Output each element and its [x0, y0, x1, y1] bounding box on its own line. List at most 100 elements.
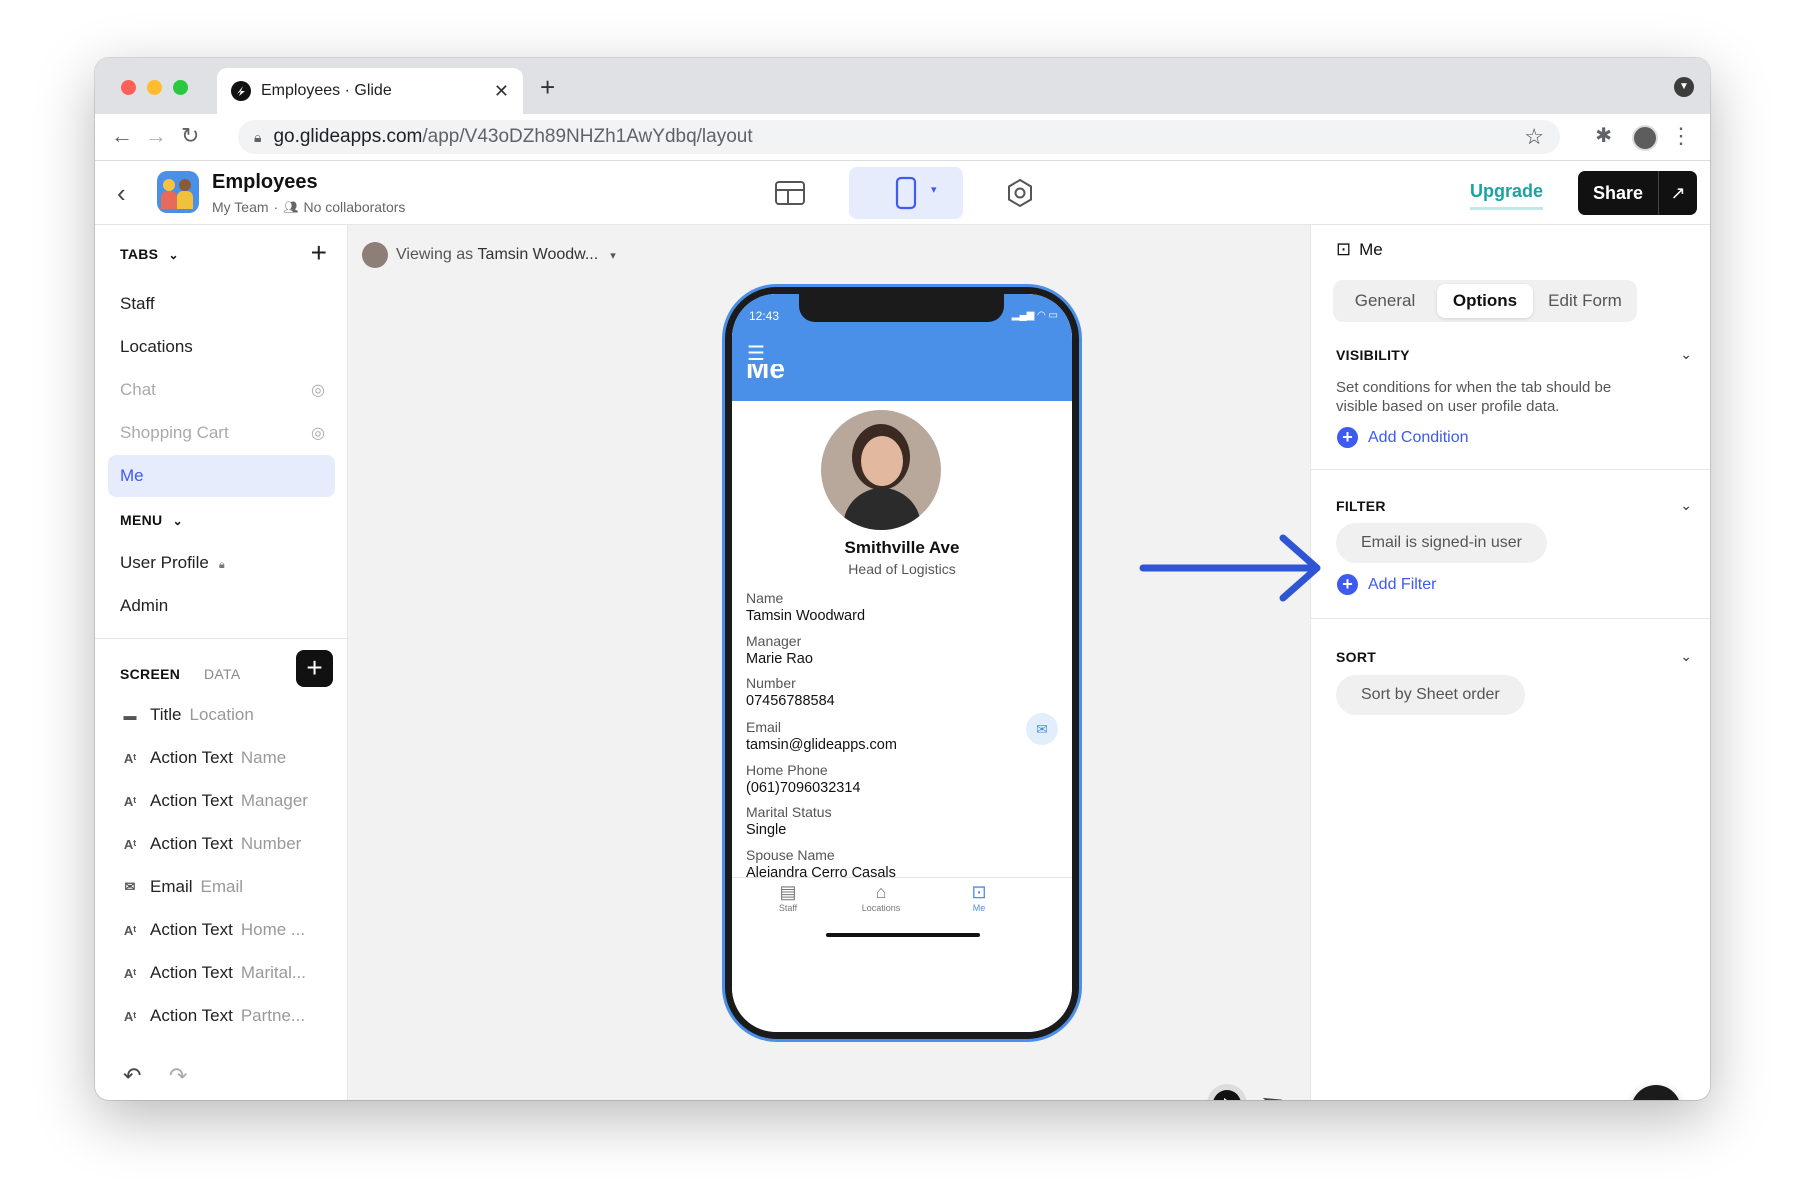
hamburger-menu-icon[interactable]: ☰ — [747, 341, 765, 366]
profile-photo — [821, 410, 941, 530]
sort-heading[interactable]: SORT — [1336, 649, 1376, 665]
component-action-text-partner[interactable]: Aᵗ Action Text Partne... — [120, 1006, 305, 1026]
undo-icon[interactable]: ↶ — [123, 1063, 141, 1089]
phone-tab-staff[interactable]: ▤ Staff — [760, 882, 816, 913]
sidebar-item-me[interactable]: Me — [108, 455, 335, 497]
collaborators-label: No collaborators — [303, 199, 406, 215]
new-tab-button[interactable]: + — [540, 72, 555, 103]
tab-data[interactable]: DATA — [204, 666, 240, 682]
layout-editor-button[interactable]: ▾ — [849, 167, 963, 219]
add-condition-button[interactable]: + Add Condition — [1337, 427, 1469, 448]
tab-screen[interactable]: SCREEN — [120, 666, 180, 682]
component-action-text-manager[interactable]: Aᵗ Action Text Manager — [120, 791, 308, 811]
browser-menu-icon[interactable]: ⋮ — [1670, 123, 1692, 149]
title-icon: ▬ — [123, 707, 137, 723]
field-manager[interactable]: Manager Marie Rao — [746, 633, 813, 667]
visibility-heading[interactable]: VISIBILITY — [1336, 347, 1410, 363]
filter-chip[interactable]: Email is signed-in user — [1336, 523, 1547, 563]
sort-chip[interactable]: Sort by Sheet order — [1336, 675, 1525, 715]
sidebar-item-staff[interactable]: Staff — [120, 294, 155, 314]
forward-arrow-icon[interactable]: → — [145, 123, 167, 149]
minimize-window-button[interactable] — [147, 80, 162, 95]
maximize-window-button[interactable] — [173, 80, 188, 95]
add-component-button[interactable]: + — [296, 650, 333, 687]
address-bar[interactable]: 🔒︎ go.glideapps.com/app/V43oDZh89NHZh1Aw… — [238, 120, 1560, 154]
browser-tab-title: Employees · Glide — [261, 82, 392, 99]
data-editor-button[interactable] — [773, 176, 807, 210]
field-email[interactable]: Email tamsin@glideapps.com — [746, 719, 897, 753]
field-home-phone[interactable]: Home Phone (061)7096032314 — [746, 762, 861, 796]
viewing-as-selector[interactable]: Viewing as Tamsin Woodw... ▾ — [362, 242, 616, 268]
field-spouse-name[interactable]: Spouse Name Alejandra Cerro Casals — [746, 847, 896, 881]
component-action-text-number[interactable]: Aᵗ Action Text Number — [120, 834, 301, 854]
filter-heading[interactable]: FILTER — [1336, 498, 1386, 514]
phone-tab-locations[interactable]: ⌂ Locations — [853, 882, 909, 913]
url-host: go.glideapps.com — [273, 126, 423, 147]
field-number[interactable]: Number 07456788584 — [746, 675, 835, 709]
collaborators-icon: 👥︎ — [283, 200, 299, 214]
menu-item-user-profile[interactable]: User Profile 🔒︎ — [120, 553, 225, 573]
help-button[interactable]: ? — [1631, 1085, 1681, 1100]
reload-icon[interactable]: ↻ — [181, 123, 199, 149]
action-text-icon: Aᵗ — [123, 836, 137, 852]
sidebar-item-chat[interactable]: Chat ◎ — [120, 380, 325, 400]
component-action-text-marital[interactable]: Aᵗ Action Text Marital... — [120, 963, 306, 983]
menu-item-admin[interactable]: Admin — [120, 596, 168, 616]
email-action-icon[interactable]: ✉ — [1026, 713, 1058, 745]
play-button[interactable] — [1207, 1084, 1247, 1100]
hidden-eye-icon[interactable]: ◎ — [311, 380, 325, 400]
component-action-text-name[interactable]: Aᵗ Action Text Name — [120, 748, 286, 768]
phone-tab-me[interactable]: ⊡ Me — [951, 882, 1007, 913]
close-window-button[interactable] — [121, 80, 136, 95]
share-label: Share — [1593, 182, 1644, 203]
tab-general[interactable]: General — [1337, 284, 1433, 318]
chevron-down-icon: ▾ — [931, 184, 937, 196]
profile-scan-icon: ⊡ — [971, 882, 987, 902]
component-title[interactable]: ▬ Title Location — [120, 705, 254, 725]
plus-circle-icon: + — [1337, 574, 1358, 595]
lock-icon: 🔒︎ — [254, 128, 262, 145]
browser-tab[interactable]: Employees · Glide ✕ — [217, 68, 523, 114]
back-arrow-icon[interactable]: ← — [111, 123, 133, 149]
upgrade-button[interactable]: Upgrade — [1470, 181, 1544, 210]
phone-tab-bar: ▤ Staff ⌂ Locations ⊡ Me — [732, 877, 1072, 957]
component-action-text-home[interactable]: Aᵗ Action Text Home ... — [120, 920, 305, 940]
tabs-heading[interactable]: TABS ⌄ — [120, 246, 179, 262]
pointer-cursor-icon[interactable]: ➤ — [1257, 1084, 1288, 1100]
url-path: /app/V43oDZh89NHZh1AwYdbq/layout — [422, 126, 753, 147]
hidden-eye-icon[interactable]: ◎ — [311, 423, 325, 443]
settings-hexagon-icon — [1008, 178, 1032, 208]
profile-title: Smithville Ave — [844, 538, 960, 557]
add-tab-button[interactable]: + — [311, 237, 327, 269]
share-button[interactable]: Share ↗ — [1578, 171, 1697, 215]
chevron-down-icon[interactable]: ⌄ — [1680, 648, 1692, 665]
component-email[interactable]: ✉ Email Email — [120, 877, 243, 897]
tab-options[interactable]: Options — [1437, 284, 1533, 318]
sidebar-item-locations[interactable]: Locations — [120, 337, 193, 357]
tab-search-icon[interactable]: ▼ — [1674, 77, 1694, 97]
profile-avatar[interactable] — [1632, 125, 1658, 151]
house-icon: ⌂ — [875, 882, 887, 902]
chevron-down-icon[interactable]: ⌄ — [1680, 346, 1692, 363]
menu-heading[interactable]: MENU ⌄ — [120, 512, 183, 528]
sidebar-item-shopping-cart[interactable]: Shopping Cart ◎ — [120, 423, 325, 443]
phone-screen-title: Me — [746, 364, 785, 384]
external-link-icon[interactable]: ↗ — [1659, 183, 1697, 204]
visibility-description: Set conditions for when the tab should b… — [1336, 379, 1612, 415]
close-tab-icon[interactable]: ✕ — [494, 81, 509, 102]
action-text-icon: Aᵗ — [123, 793, 137, 809]
redo-icon[interactable]: ↷ — [169, 1063, 187, 1089]
field-marital-status[interactable]: Marital Status Single — [746, 804, 832, 838]
chevron-down-icon[interactable]: ⌄ — [1680, 497, 1692, 514]
browser-window: Employees · Glide ✕ + ▼ ← → ↻ 🔒︎ go.glid… — [95, 58, 1710, 1100]
app-name[interactable]: Employees — [212, 171, 318, 194]
field-name[interactable]: Name Tamsin Woodward — [746, 590, 865, 624]
settings-button[interactable] — [1003, 176, 1037, 210]
back-chevron-icon[interactable]: ‹ — [117, 178, 126, 209]
team-name: My Team — [212, 199, 269, 215]
extensions-puzzle-icon[interactable]: ✱ — [1595, 123, 1612, 148]
bookmark-star-icon[interactable]: ☆ — [1524, 124, 1544, 150]
tab-edit-form[interactable]: Edit Form — [1537, 284, 1633, 318]
table-icon — [775, 181, 805, 205]
add-filter-button[interactable]: + Add Filter — [1337, 574, 1436, 595]
